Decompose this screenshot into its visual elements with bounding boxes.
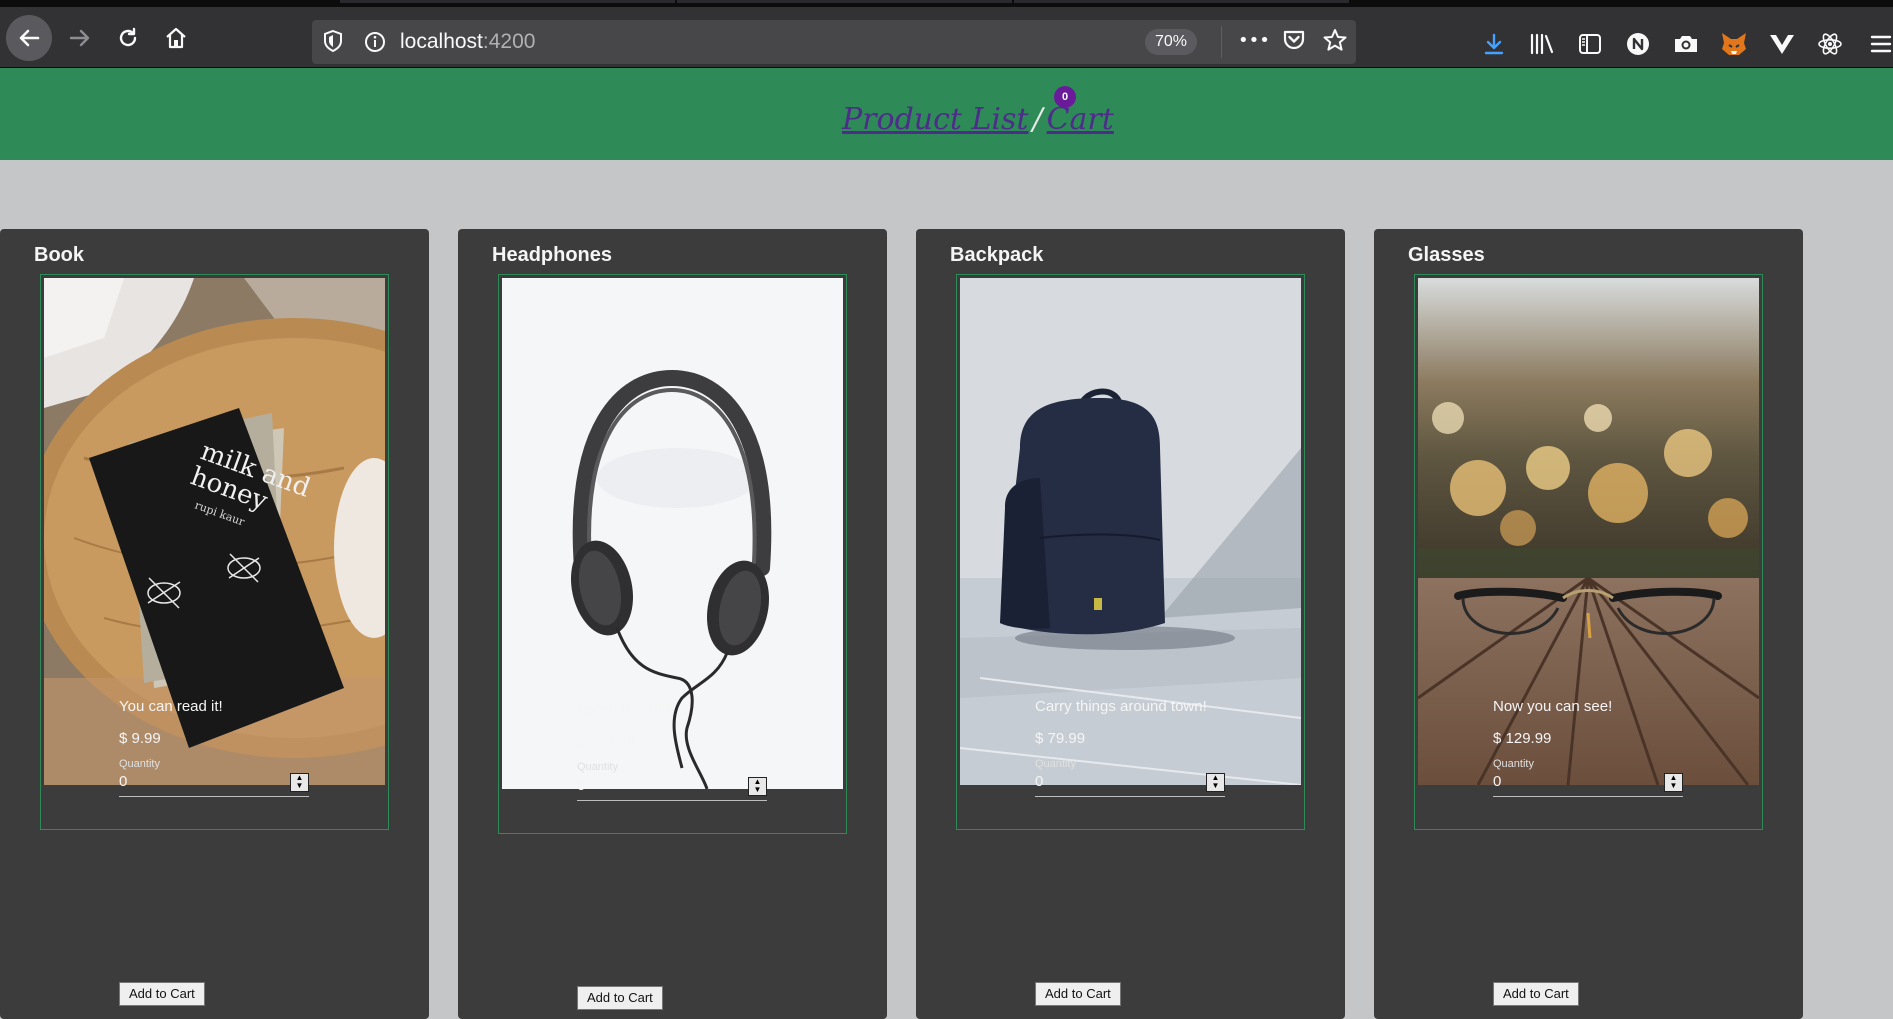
quantity-input[interactable]: 0 ▲ ▼ [1035, 770, 1225, 797]
bookmark-star-icon[interactable] [1322, 27, 1348, 59]
main-nav: Product List / Cart [842, 102, 1114, 137]
add-to-cart-button[interactable]: Add to Cart [577, 986, 663, 1010]
product-name: Glasses [1408, 244, 1485, 266]
product-name: Book [34, 244, 84, 266]
product-card-glasses: Glasses Now you can see! $ 129.99 Quanti… [1374, 229, 1803, 1019]
screenshot-camera-icon[interactable] [1671, 29, 1701, 59]
quantity-input[interactable]: 0 ▲ ▼ [119, 770, 309, 797]
product-description: Now you can see! [1493, 698, 1613, 715]
url-bar[interactable]: localhost:4200 70% ••• [312, 20, 1356, 64]
hamburger-menu-icon[interactable] [1866, 29, 1893, 59]
vue-devtools-icon[interactable] [1767, 29, 1797, 59]
quantity-stepper-icon[interactable]: ▲ ▼ [290, 773, 309, 792]
product-image-frame [956, 274, 1305, 830]
product-image-frame: milk and honey rupi kaur [40, 274, 389, 830]
react-devtools-icon[interactable] [1815, 29, 1845, 59]
quantity-value[interactable]: 0 [577, 777, 585, 794]
home-icon[interactable] [153, 15, 199, 61]
urlbar-divider [1221, 26, 1222, 58]
pocket-icon[interactable] [1281, 27, 1307, 59]
tracking-shield-icon[interactable] [322, 29, 344, 58]
app-header: Product List / Cart 0 [0, 68, 1893, 160]
quantity-label: Quantity [577, 761, 618, 773]
nav-separator: / [1032, 102, 1043, 137]
quantity-label: Quantity [1493, 758, 1534, 770]
product-image-frame [498, 274, 847, 834]
product-image-frame [1414, 274, 1763, 830]
browser-tab-strip [0, 0, 1893, 7]
quantity-value[interactable]: 0 [1493, 773, 1501, 790]
reload-icon[interactable] [105, 15, 151, 61]
quantity-input[interactable]: 0 ▲ ▼ [577, 774, 767, 801]
product-description: Carry things around town! [1035, 698, 1207, 715]
quantity-stepper-icon[interactable]: ▲ ▼ [1206, 773, 1225, 792]
nav-cart-link[interactable]: Cart [1047, 102, 1114, 137]
quantity-value[interactable]: 0 [119, 773, 127, 790]
product-price: $ 249.99 [577, 734, 636, 751]
quantity-label: Quantity [1035, 758, 1076, 770]
library-icon[interactable] [1527, 29, 1557, 59]
cart-count-badge: 0 [1054, 86, 1076, 108]
product-card-headphones: Headphones Listen to stuff! $ 249.99 Qua… [458, 229, 887, 1019]
nav-product-list-link[interactable]: Product List [842, 102, 1028, 137]
product-price: $ 79.99 [1035, 730, 1086, 747]
product-name: Backpack [950, 244, 1044, 266]
add-to-cart-button[interactable]: Add to Cart [1493, 982, 1579, 1006]
product-description: You can read it! [119, 698, 223, 715]
product-card-backpack: Backpack Carry things around town! $ 79.… [916, 229, 1345, 1019]
url-text[interactable]: localhost:4200 [400, 30, 535, 54]
add-to-cart-button[interactable]: Add to Cart [119, 982, 205, 1006]
zoom-level-badge[interactable]: 70% [1145, 29, 1198, 55]
sidebar-icon[interactable] [1575, 29, 1605, 59]
product-card-book: Book milk and honey rupi kaur You can re… [0, 229, 429, 1019]
quantity-input[interactable]: 0 ▲ ▼ [1493, 770, 1683, 797]
metamask-fox-icon[interactable] [1719, 29, 1749, 59]
n-extension-icon[interactable] [1623, 29, 1653, 59]
browser-toolbar: localhost:4200 70% ••• [0, 7, 1893, 68]
quantity-value[interactable]: 0 [1035, 773, 1043, 790]
product-description: Listen to stuff! [577, 701, 671, 718]
page-actions-menu-icon[interactable]: ••• [1238, 30, 1270, 51]
forward-arrow-icon[interactable] [57, 15, 103, 61]
product-name: Headphones [492, 244, 613, 266]
product-price: $ 129.99 [1493, 730, 1552, 747]
product-image-headphones [502, 278, 843, 789]
quantity-stepper-icon[interactable]: ▲ ▼ [748, 777, 767, 796]
quantity-label: Quantity [119, 758, 160, 770]
add-to-cart-button[interactable]: Add to Cart [1035, 982, 1121, 1006]
quantity-stepper-icon[interactable]: ▲ ▼ [1664, 773, 1683, 792]
downloads-icon[interactable] [1479, 29, 1509, 59]
site-info-icon[interactable] [364, 31, 386, 58]
back-arrow-icon[interactable] [6, 15, 52, 61]
product-price: $ 9.99 [119, 730, 161, 747]
